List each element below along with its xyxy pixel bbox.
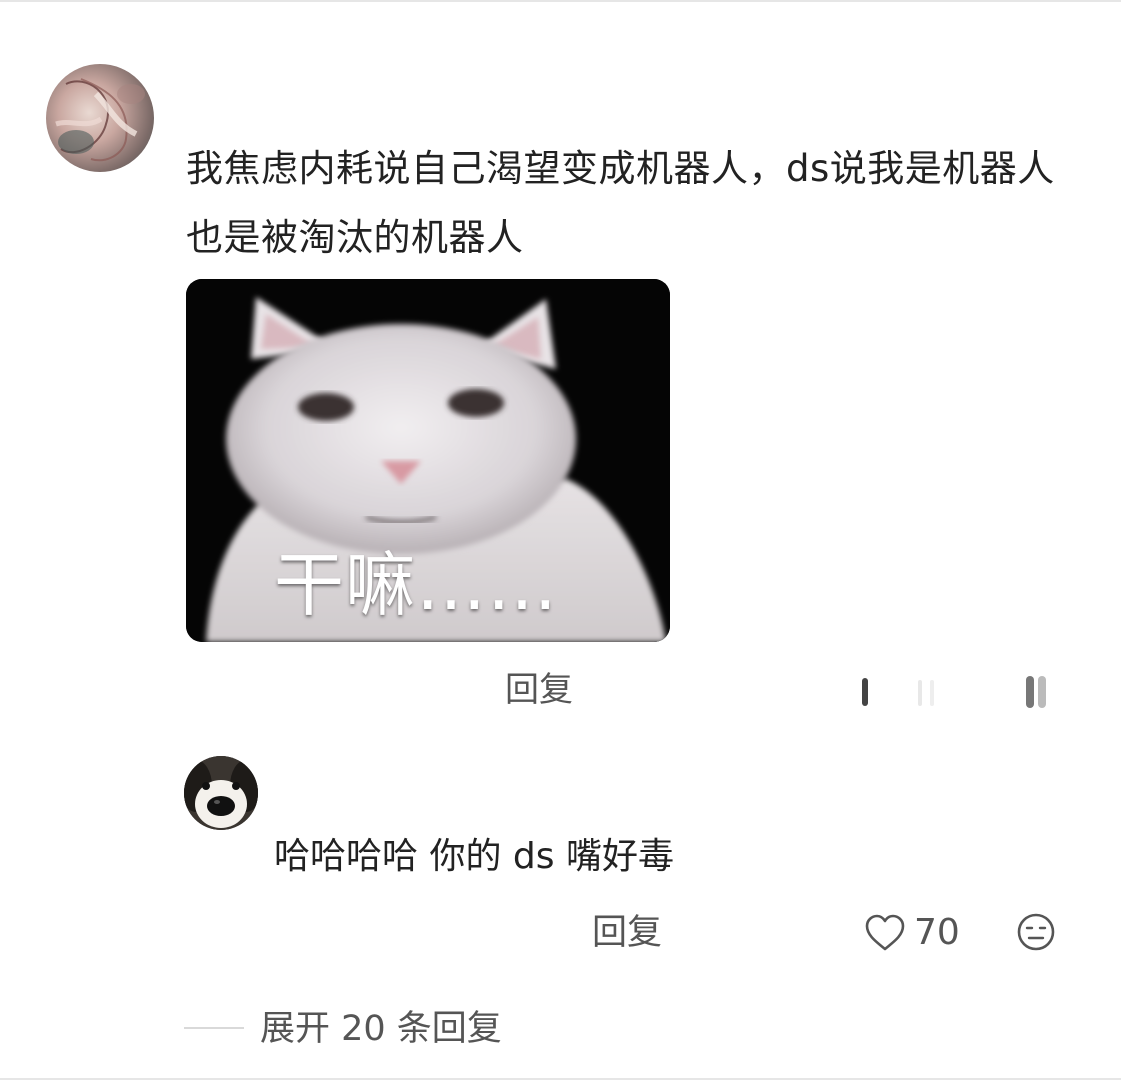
heart-outline-icon (865, 914, 905, 951)
user-avatar-illustration-icon (55, 78, 145, 162)
like-count: 70 (914, 912, 960, 953)
comment-text: 我焦虑内耗说自己渴望变成机器人，ds说我是机器人也是被淘汰的机器人 (186, 147, 1055, 259)
dog-avatar[interactable] (184, 756, 258, 830)
expand-replies-button[interactable]: 展开 20 条回复 (260, 1006, 502, 1052)
image-caption: 干嘛…… (274, 544, 558, 626)
reply-button[interactable]: 回复 (592, 910, 662, 956)
reply-text: 哈哈哈哈 你的 ds 嘴好毒 (274, 836, 674, 877)
top-divider (0, 0, 1121, 2)
like-button[interactable]: 70 (864, 910, 960, 956)
neutral-face-icon[interactable] (1016, 912, 1056, 952)
reply-button[interactable]: 回复 (505, 668, 573, 712)
comment-image[interactable]: 干嘛…… (186, 279, 670, 642)
expand-divider (184, 1027, 244, 1029)
dog-avatar-icon (184, 756, 258, 830)
faded-action-icons (862, 676, 1046, 708)
user-avatar[interactable] (46, 64, 154, 172)
